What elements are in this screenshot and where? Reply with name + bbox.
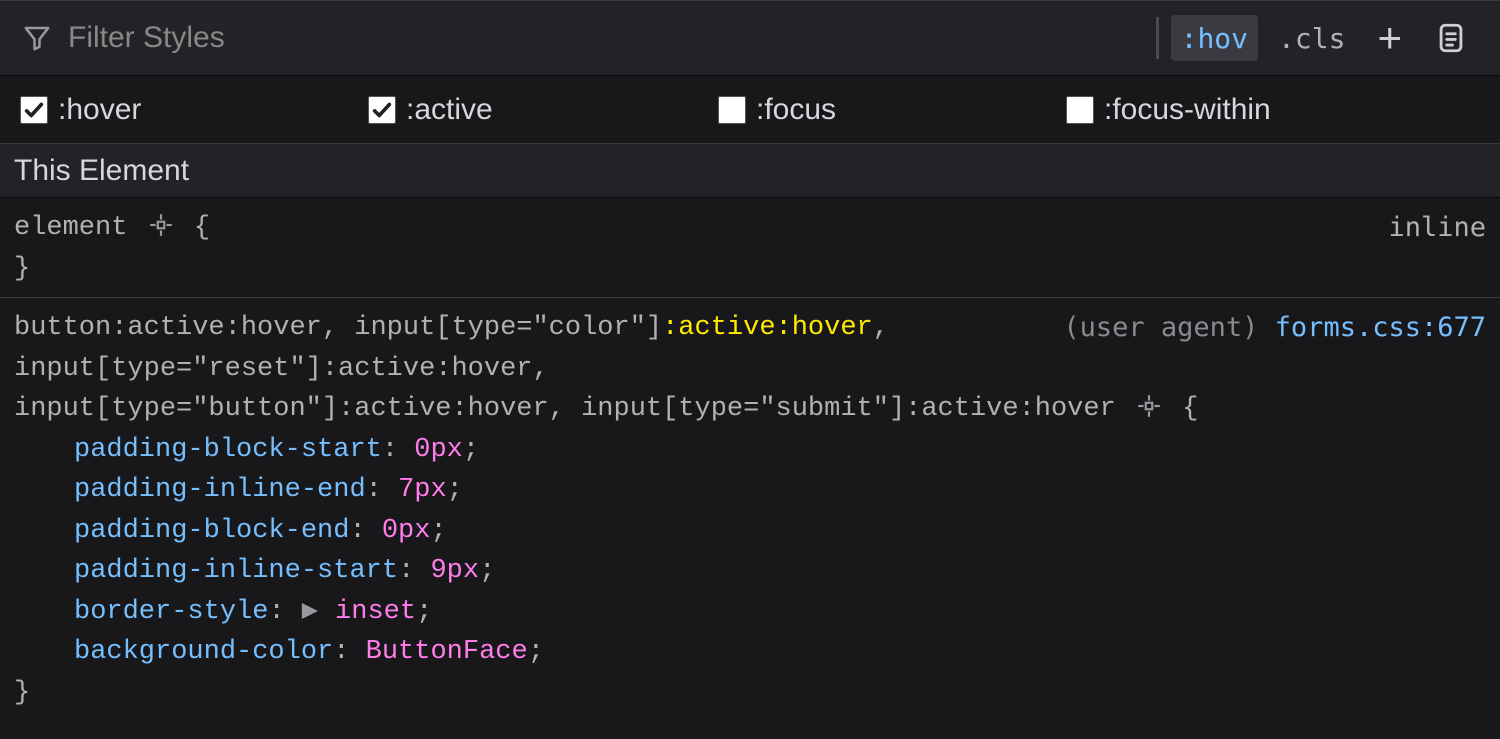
selector-matched: :active:hover [662, 313, 873, 343]
rule-inline: inline element { } [0, 198, 1500, 298]
selector-text: element [14, 213, 144, 243]
declaration-value: 0px [414, 435, 463, 465]
rule-user-agent: (user agent) forms.css:677 button:active… [0, 298, 1500, 721]
styles-toolbar: :hov .cls + [0, 0, 1500, 76]
semicolon: ; [430, 516, 446, 546]
filter-icon [22, 23, 52, 53]
toolbar-separator [1156, 17, 1159, 59]
brace-close: } [14, 673, 1486, 714]
declaration[interactable]: padding-block-start: 0px; [74, 430, 1486, 471]
selector-element[interactable]: element { [14, 208, 1486, 249]
declaration-value: 7px [398, 475, 447, 505]
semicolon: ; [463, 435, 479, 465]
source-origin: (user agent) [1063, 312, 1274, 343]
pseudo-hover-toggle[interactable]: :hover [20, 93, 368, 127]
filter-styles-input[interactable] [52, 21, 1152, 55]
selector-text: input[type="reset"]:active:hover, [14, 354, 549, 384]
declaration-property: padding-inline-end [74, 475, 366, 505]
declarations-list: padding-block-start: 0px;padding-inline-… [14, 430, 1486, 673]
colon: : [398, 556, 430, 586]
declaration[interactable]: background-color: ButtonFace; [74, 632, 1486, 673]
toggle-hov-button[interactable]: :hov [1171, 15, 1258, 61]
colon: : [333, 637, 365, 667]
semicolon: ; [479, 556, 495, 586]
checkbox-icon [718, 96, 746, 124]
checkbox-icon [1066, 96, 1094, 124]
rule-source-inline: inline [1388, 208, 1486, 249]
section-header-this-element: This Element [0, 144, 1500, 198]
selector-text: button:active:hover, input[type="color"] [14, 313, 662, 343]
pseudo-class-row: :hover :active :focus :focus-within [0, 76, 1500, 144]
declaration-value: inset [335, 597, 416, 627]
brace-open: { [194, 213, 210, 243]
declaration-property: border-style [74, 597, 268, 627]
pseudo-label: :focus [756, 93, 836, 127]
toggle-cls-button[interactable]: .cls [1268, 15, 1355, 61]
declaration[interactable]: border-style: ▶ inset; [74, 592, 1486, 633]
highlight-node-icon[interactable] [148, 212, 174, 238]
colon: : [366, 475, 398, 505]
declaration[interactable]: padding-inline-end: 7px; [74, 470, 1486, 511]
declaration-value: 0px [382, 516, 431, 546]
selector-line-3[interactable]: input[type="button"]:active:hover, input… [14, 389, 1486, 430]
pseudo-active-toggle[interactable]: :active [368, 93, 718, 127]
selector-line-2[interactable]: input[type="reset"]:active:hover, [14, 349, 1486, 390]
pseudo-label: :focus-within [1104, 93, 1271, 127]
semicolon: ; [416, 597, 432, 627]
add-rule-button[interactable]: + [1365, 15, 1414, 61]
expand-shorthand-icon[interactable]: ▶ [301, 592, 319, 633]
declaration-value: ButtonFace [366, 637, 528, 667]
declaration-property: padding-block-start [74, 435, 382, 465]
pseudo-label: :active [406, 93, 493, 127]
rule-source-ua: (user agent) forms.css:677 [1063, 308, 1486, 349]
declaration-property: padding-inline-start [74, 556, 398, 586]
checkbox-icon [368, 96, 396, 124]
declaration-value: 9px [430, 556, 479, 586]
colon: : [268, 597, 300, 627]
copy-styles-button[interactable] [1424, 15, 1478, 61]
selector-text: , [873, 313, 889, 343]
declaration-property: padding-block-end [74, 516, 349, 546]
pseudo-focus-toggle[interactable]: :focus [718, 93, 1066, 127]
declaration-property: background-color [74, 637, 333, 667]
pseudo-focus-within-toggle[interactable]: :focus-within [1066, 93, 1500, 127]
semicolon: ; [447, 475, 463, 505]
colon: : [382, 435, 414, 465]
brace-close: } [14, 249, 1486, 290]
checkbox-icon [20, 96, 48, 124]
semicolon: ; [528, 637, 544, 667]
source-link[interactable]: forms.css:677 [1275, 312, 1486, 343]
colon: : [349, 516, 381, 546]
brace-open: { [1182, 394, 1198, 424]
selector-text: input[type="button"]:active:hover, input… [14, 394, 1132, 424]
highlight-node-icon[interactable] [1136, 393, 1162, 419]
declaration[interactable]: padding-block-end: 0px; [74, 511, 1486, 552]
pseudo-label: :hover [58, 93, 141, 127]
declaration[interactable]: padding-inline-start: 9px; [74, 551, 1486, 592]
